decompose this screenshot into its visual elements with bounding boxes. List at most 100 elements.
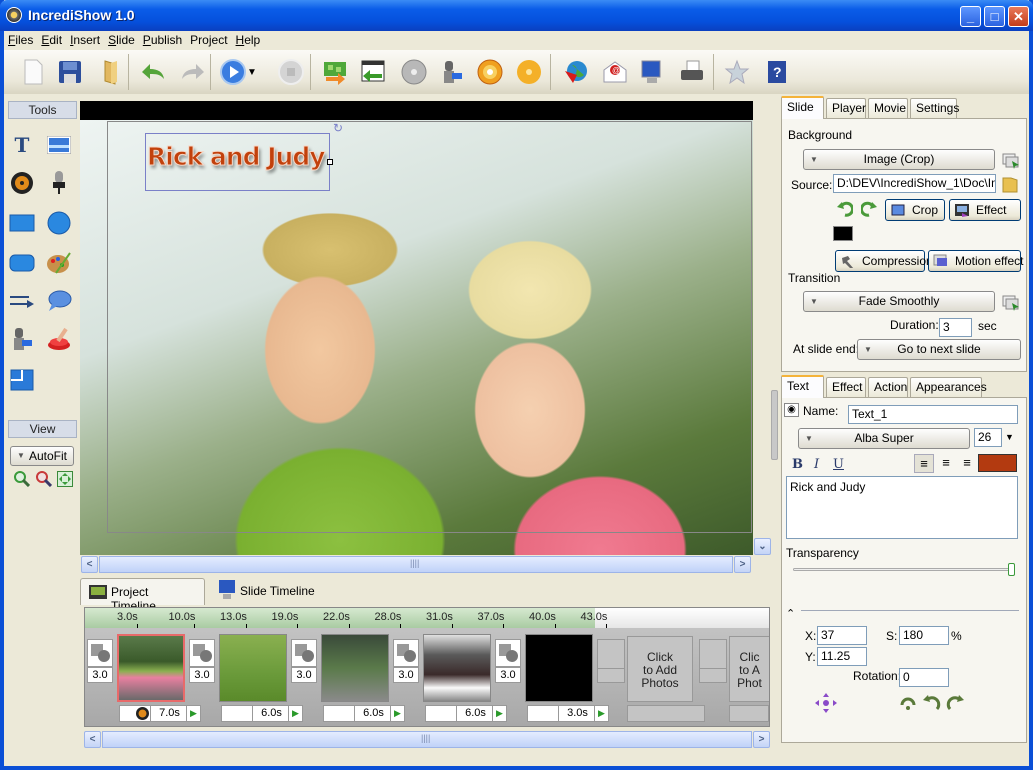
transition-box[interactable]: 3.0 [495, 639, 521, 683]
new-file-button[interactable] [18, 57, 48, 87]
play-options-dropdown[interactable]: ▼ [244, 57, 260, 87]
tab-text[interactable]: Text [781, 375, 824, 398]
minimize-button[interactable]: _ [960, 6, 981, 27]
background-apply-all-button[interactable] [1002, 153, 1020, 172]
button-tool[interactable] [45, 325, 73, 353]
close-button[interactable]: ✕ [1008, 6, 1029, 27]
play-slide-icon[interactable]: ▶ [594, 706, 608, 721]
canvas-horizontal-scrollbar[interactable]: |||| [99, 556, 733, 573]
timeline-horizontal-scrollbar[interactable]: |||| [102, 731, 752, 748]
tab-appearances[interactable]: Appearances [910, 377, 987, 397]
transition-box[interactable]: 3.0 [87, 639, 113, 683]
menu-project[interactable]: Project [186, 31, 231, 47]
slide-thumbnail[interactable] [525, 634, 593, 702]
duration-field[interactable]: 3 [939, 318, 972, 337]
frame-tool[interactable] [8, 366, 36, 394]
transparency-slider-thumb[interactable] [1008, 563, 1015, 576]
y-field[interactable]: 11.25 [817, 647, 867, 666]
publish-web-button[interactable] [560, 57, 590, 87]
dvd-button[interactable] [399, 57, 429, 87]
add-photos-button[interactable]: Click to Add Photos [627, 636, 693, 702]
slide-duration[interactable]: 6.0s ▶ [323, 705, 405, 722]
line-tool[interactable] [8, 287, 36, 315]
image-tool[interactable] [45, 131, 73, 159]
tab-player[interactable]: Player [826, 98, 866, 118]
callout-tool[interactable] [45, 287, 73, 315]
background-color-swatch[interactable] [833, 226, 853, 241]
text-content-area[interactable]: Rick and Judy [786, 476, 1018, 539]
align-left-button[interactable]: ≡ [914, 454, 934, 473]
help-button[interactable]: ? [762, 57, 792, 87]
tab-action[interactable]: Action [868, 377, 908, 397]
rotate-right-button[interactable] [859, 201, 877, 220]
x-field[interactable]: 37 [817, 626, 867, 645]
rotate-reset-button[interactable] [899, 693, 917, 714]
slide-duration[interactable]: 6.0s ▶ [221, 705, 303, 722]
tab-movie[interactable]: Movie [868, 98, 908, 118]
font-dropdown[interactable]: Alba Super [798, 428, 970, 449]
paint-tool[interactable] [45, 249, 73, 277]
rotate-left-button[interactable] [837, 201, 855, 220]
favorite-button[interactable] [722, 57, 752, 87]
rotate-ccw-button[interactable] [923, 693, 941, 714]
italic-button[interactable]: I [814, 457, 819, 472]
menu-publish[interactable]: Publish [139, 31, 186, 47]
rotate-cw-button[interactable] [946, 693, 964, 714]
import-button[interactable] [358, 57, 388, 87]
menu-help[interactable]: Help [232, 31, 265, 47]
zoom-out-button[interactable] [36, 471, 53, 490]
rotation-field[interactable]: 0 [899, 668, 949, 687]
name-field[interactable]: Text_1 [848, 405, 1018, 424]
slide-thumbnail[interactable] [117, 634, 185, 702]
font-size-dropdown[interactable]: ▼ [1005, 432, 1014, 442]
align-center-button[interactable]: ≡ [937, 454, 955, 473]
slide-duration[interactable]: 6.0s ▶ [425, 705, 507, 722]
email-button[interactable]: @ [600, 57, 630, 87]
center-button[interactable] [815, 693, 837, 716]
screen-button[interactable] [637, 57, 667, 87]
play-slide-icon[interactable]: ▶ [186, 706, 200, 721]
slide-thumbnail[interactable] [423, 634, 491, 702]
motion-effect-button[interactable]: Motion effect [928, 250, 1023, 272]
ellipse-tool[interactable] [45, 209, 73, 237]
tab-slide-timeline[interactable]: Slide Timeline [210, 578, 340, 605]
tab-settings[interactable]: Settings [910, 98, 959, 118]
slide-thumbnail[interactable] [219, 634, 287, 702]
rounded-rectangle-tool[interactable] [8, 249, 36, 277]
transition-apply-all-button[interactable] [1002, 295, 1020, 314]
video-tool[interactable] [8, 325, 36, 353]
effect-button[interactable]: Effect [949, 199, 1021, 221]
slide-duration[interactable]: 3.0s ▶ [527, 705, 609, 722]
redo-button[interactable] [178, 57, 208, 87]
print-button[interactable] [677, 57, 707, 87]
play-slide-icon[interactable]: ▶ [492, 706, 506, 721]
cd-button[interactable] [514, 57, 544, 87]
tab-effect[interactable]: Effect [826, 377, 866, 397]
zoom-in-button[interactable] [14, 471, 31, 490]
transition-dropdown[interactable]: Fade Smoothly [803, 291, 995, 312]
canvas-scroll-left[interactable]: < [81, 556, 98, 573]
menu-files[interactable]: Files [4, 31, 37, 47]
collapse-button[interactable]: ⌃ [786, 607, 795, 620]
visibility-toggle[interactable]: ◉ [784, 403, 799, 417]
maximize-button[interactable]: □ [984, 6, 1005, 27]
export-photos-button[interactable] [320, 57, 350, 87]
record-tool[interactable] [45, 169, 73, 197]
source-path-field[interactable]: D:\DEV\IncrediShow_1\Doc\Im [833, 174, 996, 193]
tab-slide[interactable]: Slide [781, 96, 824, 119]
open-button[interactable] [96, 57, 126, 87]
crop-button[interactable]: Crop [885, 199, 945, 221]
timeline-scroll-left[interactable]: < [84, 731, 101, 748]
slide-thumbnail[interactable] [321, 634, 389, 702]
timeline-scroll-right[interactable]: > [753, 731, 770, 748]
play-slide-icon[interactable]: ▶ [288, 706, 302, 721]
tab-project-timeline[interactable]: Project Timeline [80, 578, 205, 613]
align-right-button[interactable]: ≡ [958, 454, 976, 473]
canvas-scroll-right[interactable]: > [734, 556, 751, 573]
slide-duration[interactable]: 7.0s ▶ [119, 705, 201, 722]
browse-source-button[interactable] [1002, 175, 1018, 196]
rotate-handle-icon[interactable]: ↻ [333, 121, 343, 135]
burn-button[interactable] [475, 57, 505, 87]
menu-edit[interactable]: Edit [37, 31, 66, 47]
rectangle-tool[interactable] [8, 209, 36, 237]
